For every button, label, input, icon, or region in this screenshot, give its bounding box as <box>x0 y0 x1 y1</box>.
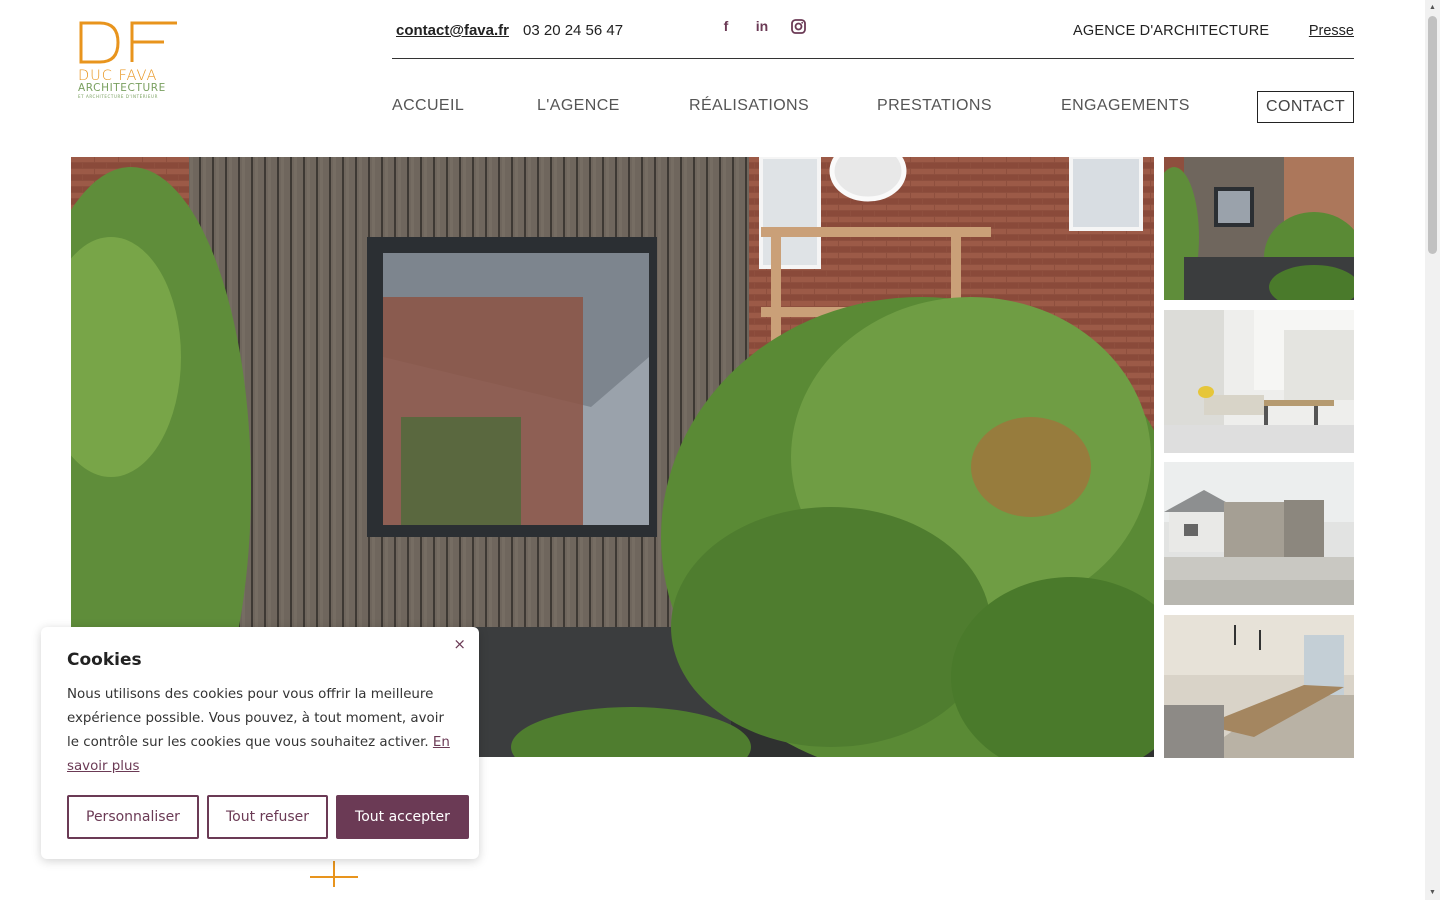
nav-realisations[interactable]: RÉALISATIONS <box>689 97 809 115</box>
thumbnail-2[interactable] <box>1164 310 1354 453</box>
linkedin-icon[interactable]: in <box>753 16 771 36</box>
scrollbar[interactable]: ▲ ▼ <box>1425 0 1440 900</box>
scroll-thumb[interactable] <box>1428 16 1437 254</box>
top-bar: contact@fava.fr 03 20 24 56 47 f in AGEN… <box>392 0 1354 59</box>
thumbnail-3[interactable] <box>1164 462 1354 605</box>
plus-decoration-icon <box>310 861 358 887</box>
cookie-buttons: Personnaliser Tout refuser Tout accepter <box>67 795 469 839</box>
nav-agence[interactable]: L'AGENCE <box>537 97 620 115</box>
logo-monogram <box>79 21 177 64</box>
cookie-dialog: × Cookies Nous utilisons des cookies pou… <box>41 627 479 859</box>
scroll-up-icon[interactable]: ▲ <box>1429 4 1436 11</box>
thumbnail-3-image <box>1164 462 1354 605</box>
thumbnail-1-image <box>1164 157 1354 300</box>
cookie-text: Nous utilisons des cookies pour vous off… <box>67 683 459 779</box>
cookie-description: Nous utilisons des cookies pour vous off… <box>67 687 444 750</box>
presse-link[interactable]: Presse <box>1309 23 1354 39</box>
cookie-title: Cookies <box>67 650 142 670</box>
nav-accueil[interactable]: ACCUEIL <box>392 97 464 115</box>
nav-prestations[interactable]: PRESTATIONS <box>877 97 992 115</box>
logo[interactable]: DUC FAVA ARCHITECTURE ET ARCHITECTURE D'… <box>78 20 182 102</box>
main-nav: ACCUEIL L'AGENCE RÉALISATIONS PRESTATION… <box>392 91 1354 123</box>
email-link[interactable]: contact@fava.fr <box>396 22 509 39</box>
instagram-icon[interactable] <box>789 16 807 36</box>
customize-button[interactable]: Personnaliser <box>67 795 199 839</box>
thumbnail-4-image <box>1164 615 1354 758</box>
agence-link[interactable]: AGENCE D'ARCHITECTURE <box>1073 23 1269 39</box>
thumbnail-2-image <box>1164 310 1354 453</box>
refuse-all-button[interactable]: Tout refuser <box>206 795 329 839</box>
scroll-down-icon[interactable]: ▼ <box>1429 889 1436 896</box>
nav-engagements[interactable]: ENGAGEMENTS <box>1061 97 1190 115</box>
logo-architecture: ARCHITECTURE <box>78 82 166 94</box>
thumbnail-4[interactable] <box>1164 615 1354 758</box>
thumbnail-1[interactable] <box>1164 157 1354 300</box>
close-icon[interactable]: × <box>453 635 466 653</box>
nav-contact-button[interactable]: CONTACT <box>1257 91 1354 123</box>
accept-all-button[interactable]: Tout accepter <box>336 795 469 839</box>
phone-number[interactable]: 03 20 24 56 47 <box>523 22 623 39</box>
facebook-icon[interactable]: f <box>717 16 735 36</box>
social-links: f in <box>717 16 807 36</box>
logo-interieur: ET ARCHITECTURE D'INTÉRIEUR <box>78 94 158 99</box>
